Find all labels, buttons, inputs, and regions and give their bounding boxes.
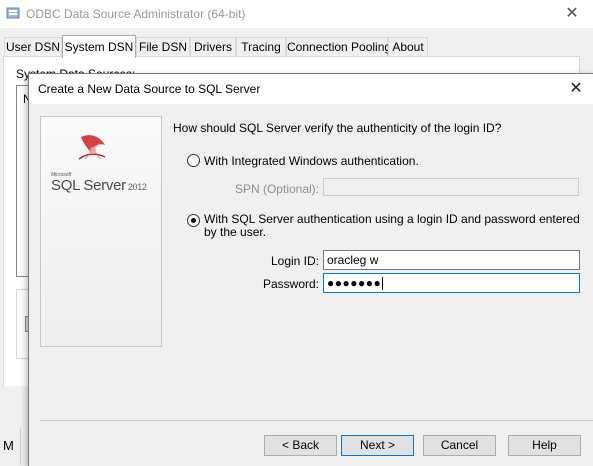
radio-sql-auth[interactable]: [187, 214, 200, 227]
password-input[interactable]: ●●●●●●●: [323, 273, 580, 293]
tab-about[interactable]: About: [388, 37, 428, 57]
sql-server-logo-icon: [78, 135, 106, 160]
cancel-button[interactable]: Cancel: [423, 435, 496, 456]
close-icon[interactable]: ✕: [565, 79, 587, 99]
spn-input: [323, 178, 579, 196]
dialog-title: Create a New Data Source to SQL Server: [38, 82, 261, 96]
password-masked-value: ●●●●●●●: [327, 276, 382, 290]
dialog-body: Microsoft SQL Server 2012 How should SQL …: [29, 104, 593, 466]
password-label: Password:: [262, 277, 319, 291]
next-button[interactable]: Next >: [341, 435, 414, 456]
brand-product: SQL Server 2012: [51, 177, 147, 194]
login-id-label: Login ID:: [270, 254, 319, 268]
odbc-partial-button[interactable]: M: [0, 428, 21, 465]
dialog-titlebar: Create a New Data Source to SQL Server ✕: [29, 74, 593, 104]
tab-tracing[interactable]: Tracing: [236, 37, 286, 57]
text-caret: [382, 277, 384, 291]
sql-server-brand-panel: Microsoft SQL Server 2012: [40, 116, 162, 347]
radio-sql-auth-label[interactable]: With SQL Server authentication using a l…: [204, 213, 584, 239]
auth-question: How should SQL Server verify the authent…: [173, 121, 502, 135]
partial-button-label: M: [3, 438, 14, 453]
login-id-input[interactable]: oracleg w: [323, 250, 580, 270]
odbc-close-icon[interactable]: ✕: [560, 4, 584, 24]
brand-version: 2012: [127, 182, 147, 192]
radio-selected-dot: [191, 218, 196, 223]
odbc-app-icon: [6, 7, 20, 19]
odbc-titlebar: ODBC Data Source Administrator (64-bit) …: [0, 0, 593, 28]
spn-label: SPN (Optional):: [234, 182, 319, 196]
help-button[interactable]: Help: [508, 435, 581, 456]
create-data-source-dialog: Create a New Data Source to SQL Server ✕…: [28, 73, 593, 466]
tab-file-dsn[interactable]: File DSN: [136, 37, 190, 57]
tab-drivers[interactable]: Drivers: [190, 37, 236, 57]
dialog-separator: [40, 420, 593, 421]
tab-system-dsn[interactable]: System DSN: [62, 35, 136, 58]
odbc-window-title: ODBC Data Source Administrator (64-bit): [26, 7, 246, 21]
radio-windows-auth-label[interactable]: With Integrated Windows authentication.: [204, 154, 419, 168]
tab-connection-pooling[interactable]: Connection Pooling: [286, 37, 391, 57]
tab-user-dsn[interactable]: User DSN: [4, 37, 62, 57]
radio-windows-auth[interactable]: [187, 154, 200, 167]
back-button[interactable]: < Back: [264, 435, 337, 456]
brand-product-name: SQL Server: [51, 177, 126, 194]
